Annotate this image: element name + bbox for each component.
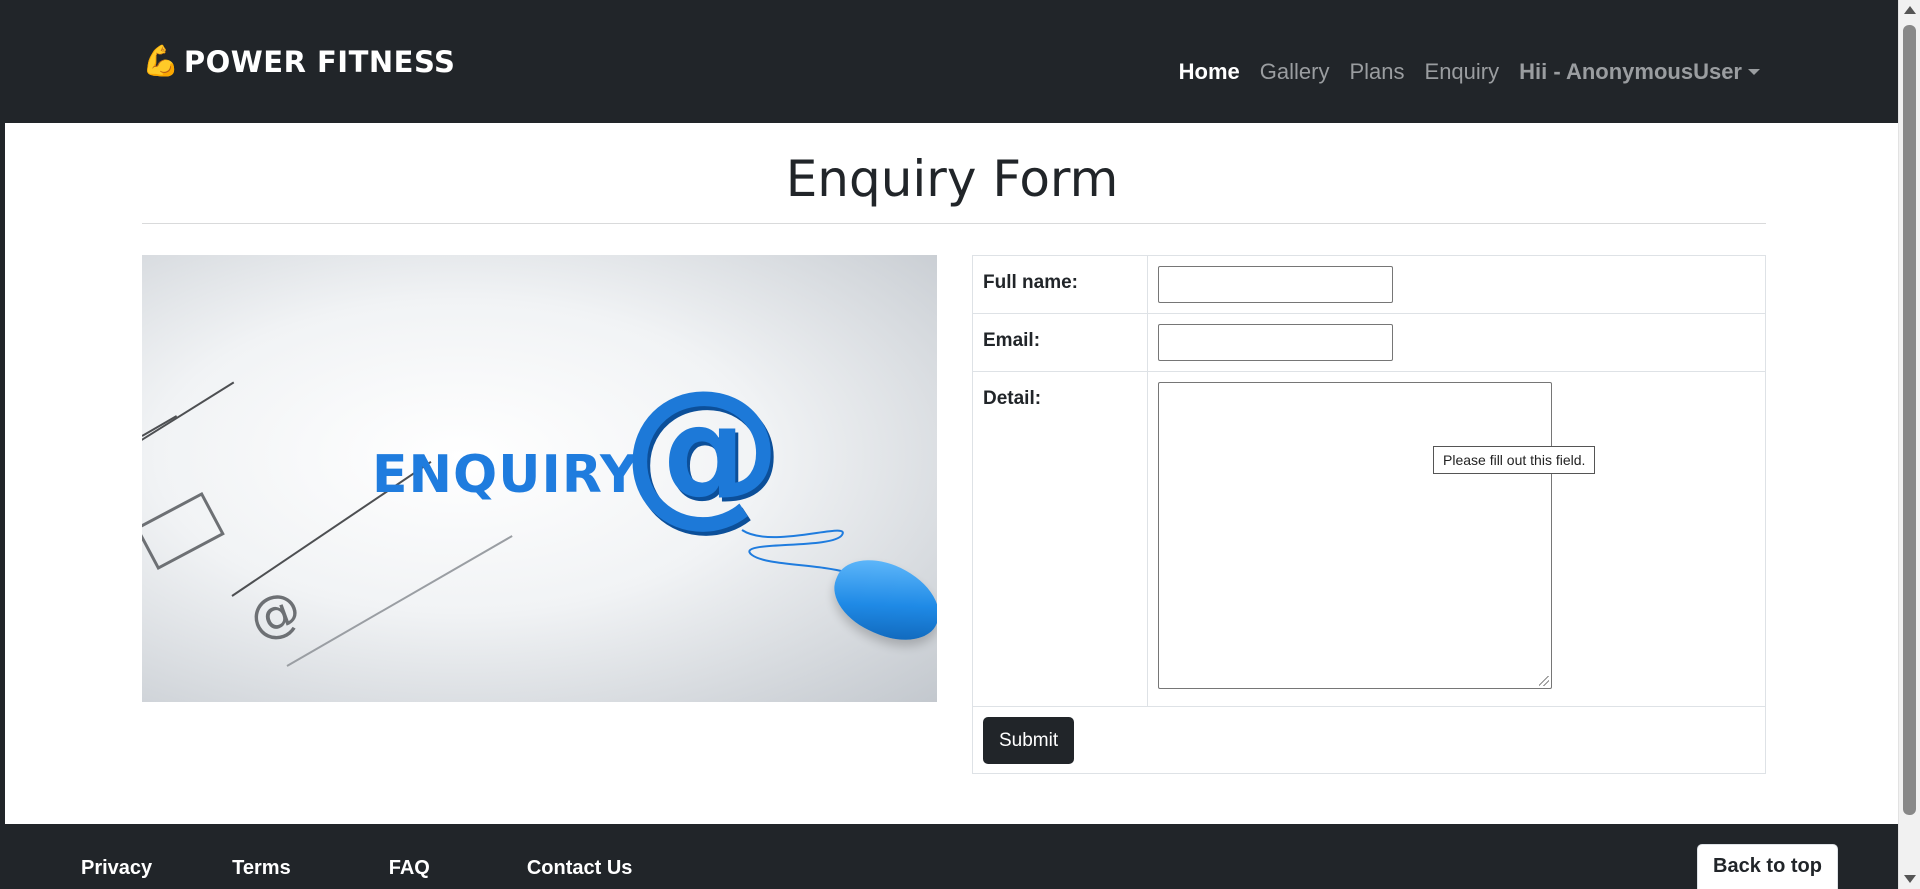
navbar: 💪 POWER FITNESS Home Gallery Plans Enqui…	[5, 0, 1898, 123]
decorative-line	[286, 535, 513, 667]
back-to-top-button[interactable]: Back to top	[1697, 844, 1838, 889]
scrollbar-thumb[interactable]	[1903, 25, 1916, 815]
nav-gallery-link[interactable]: Gallery	[1260, 59, 1330, 85]
detail-label: Detail:	[973, 372, 1148, 706]
at-sign-icon: @	[241, 578, 309, 650]
form-row-fullname: Full name:	[973, 256, 1765, 314]
caret-down-icon	[1748, 69, 1760, 75]
footer: Privacy Terms FAQ Contact Us Back to top	[5, 824, 1898, 889]
form-row-detail: Detail: Please fill out this field.	[973, 372, 1765, 707]
nav-plans-link[interactable]: Plans	[1349, 59, 1404, 85]
resize-grip-icon[interactable]	[1539, 676, 1549, 686]
footer-link-privacy[interactable]: Privacy	[81, 857, 152, 880]
email-input[interactable]	[1158, 324, 1393, 361]
title-divider	[142, 223, 1766, 224]
user-dropdown-label: Hii - AnonymousUser	[1519, 59, 1742, 84]
email-label: Email:	[973, 314, 1148, 371]
footer-links: Privacy Terms FAQ Contact Us	[81, 857, 632, 880]
user-dropdown[interactable]: Hii - AnonymousUser	[1519, 59, 1760, 85]
footer-link-contact[interactable]: Contact Us	[527, 857, 633, 880]
brand-logo[interactable]: 💪 POWER FITNESS	[142, 44, 455, 79]
nav-enquiry-link[interactable]: Enquiry	[1425, 59, 1500, 85]
page-title: Enquiry Form	[785, 150, 1119, 208]
enquiry-form: Full name: Email: Detail: Please fill ou…	[972, 255, 1766, 774]
footer-link-faq[interactable]: FAQ	[389, 857, 430, 880]
browser-viewport: 💪 POWER FITNESS Home Gallery Plans Enqui…	[0, 0, 1898, 889]
enquiry-illustration: @ ENQUIRY @	[142, 255, 937, 702]
large-at-sign-icon: @	[622, 355, 782, 542]
fullname-input[interactable]	[1158, 266, 1393, 303]
envelope-icon	[142, 491, 225, 571]
submit-button[interactable]: Submit	[983, 717, 1075, 764]
decorative-line	[142, 415, 178, 437]
illustration-enquiry-text: ENQUIRY	[372, 445, 639, 505]
form-row-email: Email:	[973, 314, 1765, 372]
scroll-down-arrow-icon[interactable]	[1904, 875, 1916, 883]
flexed-biceps-icon: 💪	[142, 44, 180, 79]
validation-tooltip: Please fill out this field.	[1433, 446, 1596, 474]
fullname-label: Full name:	[973, 256, 1148, 313]
brand-name: POWER FITNESS	[183, 44, 456, 79]
footer-link-terms[interactable]: Terms	[232, 857, 291, 880]
nav-home-link[interactable]: Home	[1179, 59, 1240, 85]
decorative-line	[142, 381, 235, 447]
vertical-scrollbar[interactable]	[1898, 0, 1920, 889]
main-nav: Home Gallery Plans Enquiry Hii - Anonymo…	[1179, 59, 1760, 85]
scroll-up-arrow-icon[interactable]	[1904, 6, 1916, 14]
form-row-submit: Submit	[973, 707, 1765, 774]
detail-textarea[interactable]: Please fill out this field.	[1158, 382, 1596, 689]
